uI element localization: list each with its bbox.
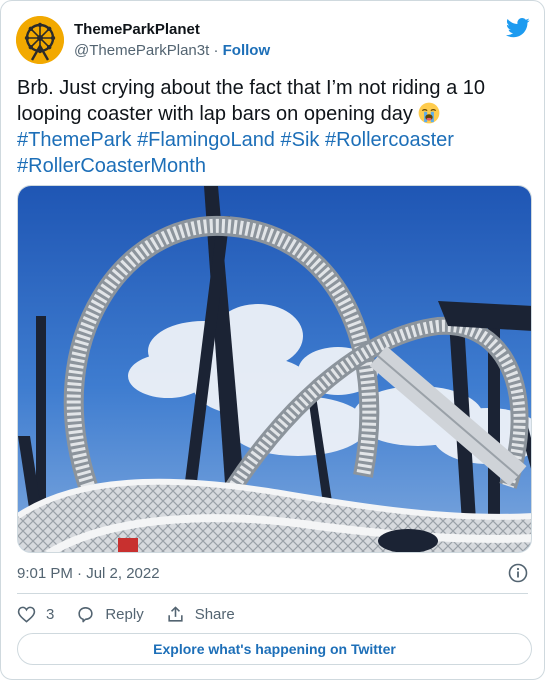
separator: · [209, 42, 223, 59]
handle[interactable]: @ThemeParkPlan3t [74, 42, 209, 59]
tweet-photo[interactable] [17, 185, 532, 553]
twitter-bird-icon[interactable] [506, 17, 530, 39]
like-count: 3 [46, 605, 55, 623]
display-name[interactable]: ThemeParkPlanet [74, 21, 200, 38]
heart-icon [17, 606, 36, 623]
crying-face-icon [419, 102, 440, 124]
share-button[interactable]: Share [166, 605, 235, 624]
tweet-body: Brb. Just crying about the fact that I’m… [17, 77, 486, 125]
reply-button[interactable]: Reply [76, 605, 144, 624]
share-label: Share [194, 605, 235, 623]
tweet-text: Brb. Just crying about the fact that I’m… [17, 75, 532, 179]
hashtag-link[interactable]: #RollerCoasterMonth [17, 155, 206, 177]
hashtag-link[interactable]: #ThemePark [17, 129, 132, 151]
hashtag-link[interactable]: #FlamingoLand [137, 129, 275, 151]
share-icon [168, 606, 183, 622]
hashtag-link[interactable]: #Rollercoaster [325, 129, 454, 151]
tweet-card: ThemeParkPlanet @ThemeParkPlan3t · Follo… [0, 0, 545, 680]
handle-row: @ThemeParkPlan3t · Follow [74, 42, 270, 59]
follow-button[interactable]: Follow [223, 42, 271, 59]
like-button[interactable]: 3 [17, 605, 54, 624]
hashtag-link[interactable]: #Sik [281, 129, 320, 151]
ferris-wheel-icon [16, 16, 64, 64]
explore-button[interactable]: Explore what's happening on Twitter [17, 633, 532, 665]
tweet-timestamp[interactable]: 9:01 PM · Jul 2, 2022 [17, 565, 160, 582]
roller-coaster-photo [18, 186, 531, 552]
avatar[interactable] [16, 16, 64, 64]
reply-label: Reply [105, 605, 144, 623]
tweet-actions: 3 Reply Share [17, 603, 257, 625]
reply-icon [78, 606, 93, 622]
info-icon[interactable] [508, 563, 528, 583]
divider [17, 593, 528, 594]
